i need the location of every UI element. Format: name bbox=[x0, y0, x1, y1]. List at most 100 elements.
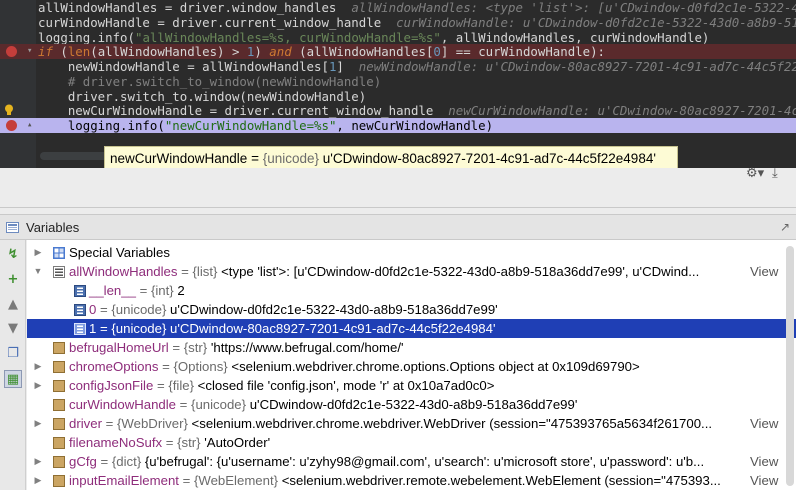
variable-type: = {unicode} bbox=[96, 302, 171, 317]
fold-icon[interactable]: ▴ bbox=[27, 121, 36, 130]
tree-row-befrugal-home-url[interactable]: befrugalHomeUrl = {str} 'https://www.bef… bbox=[27, 338, 796, 357]
variable-type: = {str} bbox=[168, 340, 211, 355]
fold-icon[interactable]: ▾ bbox=[27, 47, 36, 56]
string-literal: "newCurWindowHandle=%s" bbox=[164, 118, 337, 133]
code-line[interactable]: driver.switch_to.window(newWindowHandle) bbox=[0, 89, 796, 104]
variable-value: {u'befrugal': {u'username': u'zyhy98@gma… bbox=[144, 454, 705, 469]
view-link[interactable]: View bbox=[750, 471, 778, 490]
number-literal: 0 bbox=[433, 44, 441, 59]
debugger-window: allWindowHandles = driver.window_handles… bbox=[0, 0, 796, 490]
variable-icon bbox=[53, 475, 65, 487]
tree-row-input-email-element[interactable]: ▶ inputEmailElement = {WebElement} <sele… bbox=[27, 471, 796, 490]
list-item-icon bbox=[74, 323, 86, 335]
tree-row-config-json-file[interactable]: ▶ configJsonFile = {file} <closed file '… bbox=[27, 376, 796, 395]
watch-toggle-icon[interactable]: ▦ bbox=[4, 370, 22, 388]
copy-icon[interactable]: ❐ bbox=[4, 345, 22, 363]
code-text: , newCurWindowHandle) bbox=[336, 118, 494, 133]
add-watch-icon[interactable]: + bbox=[4, 271, 22, 289]
tooltip-type: {unicode} bbox=[262, 151, 320, 166]
panel-title: Variables bbox=[26, 220, 80, 235]
expand-arrow-icon[interactable]: ▶ bbox=[33, 357, 43, 376]
variable-icon bbox=[53, 418, 65, 430]
variable-name: curWindowHandle bbox=[69, 397, 177, 412]
variable-value: u'CDwindow-d0fd2c1e-5322-43d0-a8b9-518a3… bbox=[249, 397, 578, 412]
code-text: logging.info( bbox=[38, 30, 135, 45]
variable-name: inputEmailElement bbox=[69, 473, 179, 488]
expand-arrow-icon[interactable]: ▶ bbox=[33, 452, 43, 471]
variable-type: = {dict} bbox=[96, 454, 145, 469]
view-link[interactable]: View bbox=[750, 414, 778, 433]
keyword: and bbox=[269, 44, 292, 59]
tree-row-all-window-handles[interactable]: ▼ allWindowHandles = {list} <type 'list'… bbox=[27, 262, 796, 281]
collapse-arrow-icon[interactable]: ▼ bbox=[33, 262, 43, 281]
code-text: newWindowHandle = allWindowHandles[ bbox=[38, 59, 329, 74]
code-text: (allWindowHandles) > bbox=[90, 44, 247, 59]
variable-type: = {list} bbox=[177, 264, 222, 279]
vertical-scrollbar[interactable] bbox=[786, 246, 794, 486]
tree-row-index-0[interactable]: 0 = {unicode} u'CDwindow-d0fd2c1e-5322-4… bbox=[27, 300, 796, 319]
code-line[interactable]: allWindowHandles = driver.window_handles… bbox=[0, 0, 796, 15]
tree-row-driver[interactable]: ▶ driver = {WebDriver} <selenium.webdriv… bbox=[27, 414, 796, 433]
variable-name: driver bbox=[69, 416, 102, 431]
variable-value: 'AutoOrder' bbox=[204, 435, 271, 450]
variable-name: chromeOptions bbox=[69, 359, 159, 374]
variable-type: = {unicode} bbox=[176, 397, 250, 412]
expand-arrow-icon[interactable]: ▶ bbox=[33, 243, 43, 262]
expand-arrow-icon[interactable]: ▶ bbox=[33, 471, 43, 490]
variable-name: allWindowHandles bbox=[69, 264, 178, 279]
tree-row-gcfg[interactable]: ▶ gCfg = {dict} {u'befrugal': {u'usernam… bbox=[27, 452, 796, 471]
code-text: allWindowHandles = driver.window_handles bbox=[38, 0, 337, 15]
variable-icon bbox=[53, 456, 65, 468]
variable-icon bbox=[53, 437, 65, 449]
tree-row-filename-no-sufx[interactable]: filenameNoSufx = {str} 'AutoOrder' bbox=[27, 433, 796, 452]
tooltip-var-name: newCurWindowHandle bbox=[110, 151, 248, 166]
variable-value: <selenium.webdriver.remote.webelement.We… bbox=[281, 473, 721, 488]
move-up-icon[interactable]: ▲ bbox=[4, 296, 22, 314]
variable-type: = {WebDriver} bbox=[101, 416, 192, 431]
gear-icon[interactable]: ⚙▾ bbox=[746, 166, 766, 182]
inline-value-hint: newWindowHandle: u'CDwindow-80ac8927-720… bbox=[358, 59, 796, 74]
variable-name: Special Variables bbox=[69, 245, 170, 260]
code-text: curWindowHandle = driver.current_window_… bbox=[38, 15, 382, 30]
tree-row-chrome-options[interactable]: ▶ chromeOptions = {Options} <selenium.we… bbox=[27, 357, 796, 376]
builtin-function: len bbox=[67, 44, 91, 59]
hide-panel-icon[interactable]: ⤓ bbox=[772, 166, 790, 182]
code-line[interactable]: newWindowHandle = allWindowHandles[1] ne… bbox=[0, 59, 796, 74]
move-down-icon[interactable]: ▼ bbox=[4, 320, 22, 338]
code-line[interactable]: newCurWindowHandle = driver.current_wind… bbox=[0, 103, 796, 118]
code-text: ] bbox=[336, 59, 344, 74]
variable-icon bbox=[53, 342, 65, 354]
variables-tree[interactable]: ▶ Special Variables ▼ allWindowHandles =… bbox=[27, 240, 796, 490]
code-line[interactable]: # driver.switch_to_window(newWindowHandl… bbox=[0, 74, 796, 89]
pin-icon[interactable]: ↗ bbox=[780, 220, 790, 234]
variable-type: = {file} bbox=[153, 378, 198, 393]
tree-row-len[interactable]: __len__ = {int} 2 bbox=[27, 281, 796, 300]
code-text: ( bbox=[52, 44, 68, 59]
expand-arrow-icon[interactable]: ▶ bbox=[33, 414, 43, 433]
view-link[interactable]: View bbox=[750, 452, 778, 471]
variable-value: <type 'list'>: [u'CDwindow-d0fd2c1e-5322… bbox=[221, 264, 700, 279]
variable-value: <closed file 'config.json', mode 'r' at … bbox=[197, 378, 495, 393]
code-line[interactable]: curWindowHandle = driver.current_window_… bbox=[0, 15, 796, 30]
code-text: , allWindowHandles, curWindowHandle) bbox=[440, 30, 710, 45]
breakpoint-icon[interactable] bbox=[6, 46, 17, 57]
code-line[interactable]: logging.info("allWindowHandles=%s, curWi… bbox=[0, 30, 796, 45]
expand-arrow-icon[interactable]: ▶ bbox=[33, 376, 43, 395]
variable-type: = {int} bbox=[135, 283, 178, 298]
variable-type: = {unicode} bbox=[96, 321, 171, 336]
code-editor[interactable]: allWindowHandles = driver.window_handles… bbox=[0, 0, 796, 168]
variable-value: u'CDwindow-80ac8927-7201-4c91-ad7c-44c5f… bbox=[170, 321, 496, 336]
execution-point-line[interactable]: ▴ logging.info("newCurWindowHandle=%s", … bbox=[0, 118, 796, 133]
tree-row-index-1[interactable]: 1 = {unicode} u'CDwindow-80ac8927-7201-4… bbox=[27, 319, 796, 338]
variable-name: gCfg bbox=[69, 454, 97, 469]
breakpoint-icon[interactable] bbox=[6, 120, 17, 131]
variable-value: <selenium.webdriver.chrome.options.Optio… bbox=[231, 359, 640, 374]
breakpoint-line[interactable]: ▾ if (len(allWindowHandles) > 1) and (al… bbox=[0, 44, 796, 59]
variable-name: __len__ bbox=[89, 283, 136, 298]
variable-icon bbox=[53, 399, 65, 411]
tree-row-special-variables[interactable]: ▶ Special Variables bbox=[27, 243, 796, 262]
evaluate-icon[interactable]: ↯ bbox=[4, 246, 22, 264]
tree-row-cur-window-handle[interactable]: curWindowHandle = {unicode} u'CDwindow-d… bbox=[27, 395, 796, 414]
view-link[interactable]: View bbox=[750, 262, 778, 281]
lightbulb-icon[interactable] bbox=[4, 104, 14, 116]
